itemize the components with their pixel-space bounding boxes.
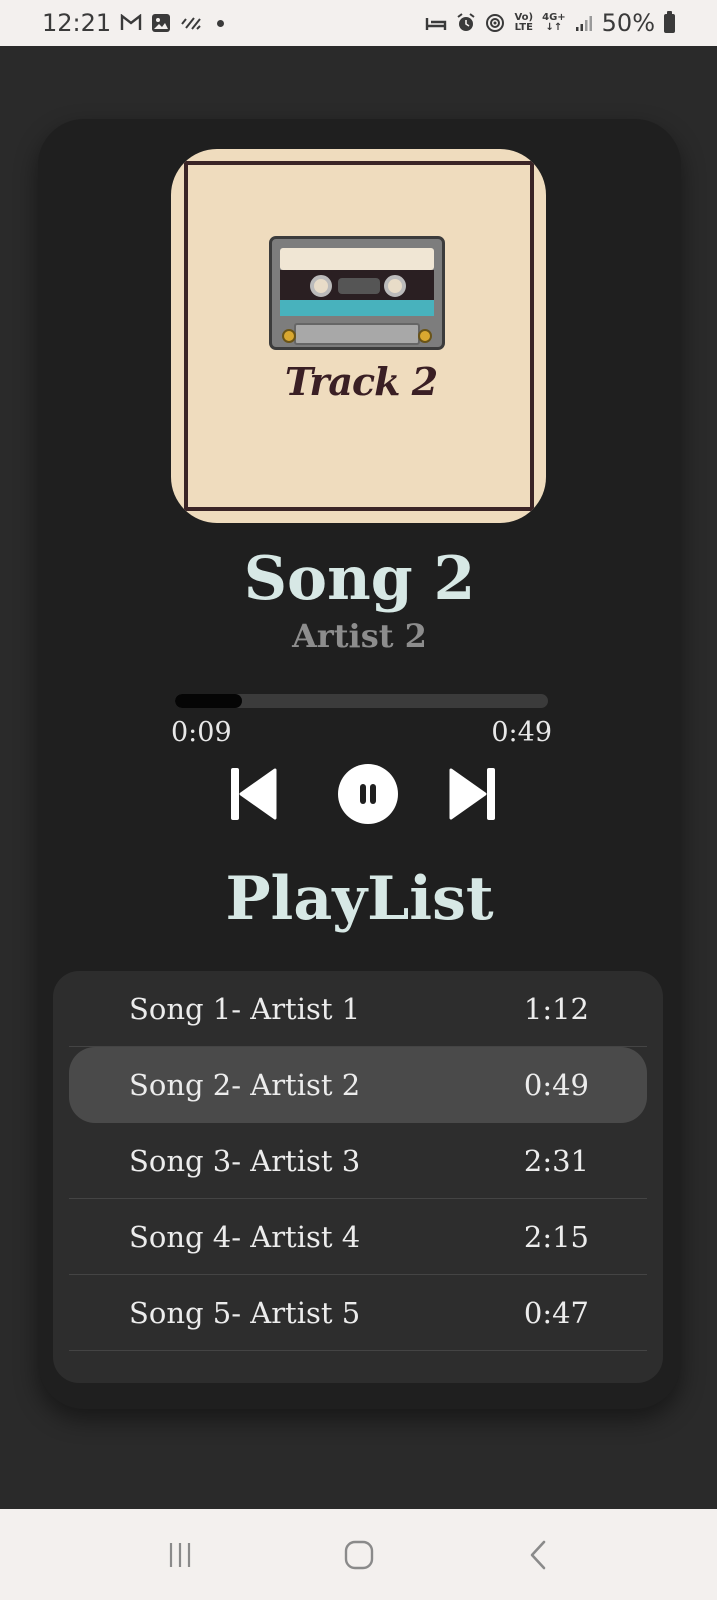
time-current: 0:09: [171, 717, 232, 748]
gmail-icon: [120, 14, 142, 32]
playlist-item-duration: 0:49: [523, 1068, 589, 1102]
playlist-item-duration: 0:47: [523, 1295, 589, 1330]
network-arrows: ↓↑: [545, 22, 563, 33]
playlist: Song 1- Artist 1 1:12 Song 2- Artist 2 0:49…: [53, 971, 663, 1383]
activity-icon: [180, 14, 202, 32]
battery-percent: 50%: [601, 9, 655, 37]
back-button[interactable]: [508, 1535, 568, 1575]
recent-apps-icon: [169, 1542, 190, 1567]
battery-icon: [664, 10, 675, 33]
playlist-item-label: Song 5- Artist 5: [129, 1295, 361, 1330]
volte-indicator: Vo) LTE: [514, 13, 533, 33]
home-icon: [344, 1540, 373, 1569]
playlist-item[interactable]: Song 4- Artist 4 2:15: [69, 1199, 647, 1275]
back-icon: [530, 1540, 545, 1569]
song-artist: Artist 2: [292, 617, 427, 655]
home-button[interactable]: [329, 1535, 389, 1575]
pause-icon: [338, 764, 398, 824]
next-button[interactable]: [448, 764, 498, 824]
notification-dot: [217, 19, 225, 27]
playlist-item-label: Song 2- Artist 2: [129, 1068, 361, 1102]
song-title: Song 2: [243, 544, 476, 614]
cassette-icon: [269, 236, 445, 350]
status-bar: 12:21 Vo) LTE 4G+ ↓↑ 50%: [0, 0, 717, 46]
volte-bottom: LTE: [514, 22, 533, 33]
playlist-item[interactable]: Song 1- Artist 1 1:12: [69, 971, 647, 1047]
playlist-item[interactable]: Song 5- Artist 5 0:47: [69, 1275, 647, 1351]
signal-icon: [575, 14, 593, 32]
status-left: 12:21: [42, 9, 225, 37]
progress-fill: [175, 694, 243, 708]
playlist-item-duration: 1:12: [523, 991, 589, 1026]
network-type-indicator: 4G+ ↓↑: [542, 13, 566, 33]
alarm-icon: [456, 13, 476, 33]
playlist-item-label: Song 3- Artist 3: [129, 1143, 361, 1178]
playlist-item[interactable]: Song 2- Artist 2 0:49: [69, 1047, 647, 1123]
playlist-item-label: Song 1- Artist 1: [129, 991, 361, 1026]
navigation-bar: [0, 1509, 717, 1600]
hotspot-icon: [485, 13, 505, 33]
skip-previous-icon: [231, 768, 277, 820]
playlist-item-duration: 2:15: [523, 1219, 589, 1254]
album-cover: Track 2: [171, 149, 546, 523]
playlist-item-duration: 2:31: [523, 1143, 589, 1178]
status-time: 12:21: [42, 9, 112, 37]
skip-next-icon: [449, 768, 495, 820]
playlist-heading: PlayList: [225, 864, 494, 934]
cover-logo-text: Track 2: [284, 359, 438, 404]
gallery-icon: [151, 13, 171, 33]
playlist-item-label: Song 4- Artist 4: [129, 1219, 361, 1254]
progress-bar[interactable]: [175, 694, 548, 708]
previous-button[interactable]: [228, 764, 278, 824]
sleep-icon: [425, 14, 447, 32]
status-right: Vo) LTE 4G+ ↓↑ 50%: [425, 9, 675, 37]
playlist-item[interactable]: Song 3- Artist 3 2:31: [69, 1123, 647, 1199]
player-card: Track 2 Song 2 Artist 2 0:09 0:49 PlayLi…: [38, 119, 681, 1409]
time-total: 0:49: [491, 717, 552, 748]
pause-button[interactable]: [338, 764, 398, 824]
recent-apps-button[interactable]: [150, 1535, 210, 1575]
